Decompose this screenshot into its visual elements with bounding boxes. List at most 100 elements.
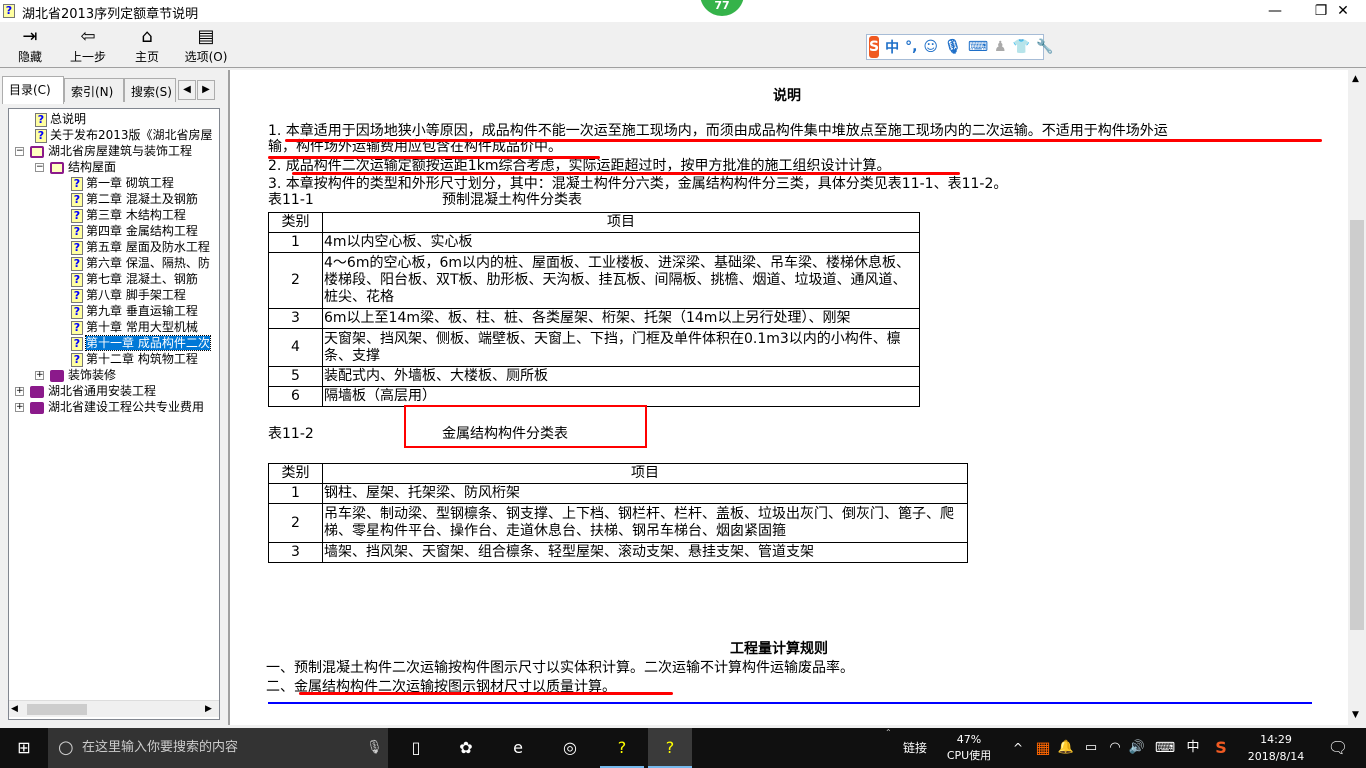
- tree-item[interactable]: ? 第四章 金属结构工程: [71, 223, 198, 239]
- tree-item[interactable]: ? 第一章 砌筑工程: [71, 175, 174, 191]
- tab-scroll-left-button[interactable]: ◀: [178, 80, 196, 100]
- tab-scroll-right-button[interactable]: ▶: [197, 80, 215, 100]
- tree-item[interactable]: ? 总说明: [35, 111, 86, 127]
- tree-item[interactable]: ? 第五章 屋面及防水工程: [71, 239, 210, 255]
- battery-icon[interactable]: ▭: [1080, 728, 1102, 768]
- tree-item-label: 总说明: [50, 112, 87, 126]
- skin-shirt-icon[interactable]: 👕: [1013, 39, 1030, 55]
- minimize-button[interactable]: —: [1252, 0, 1298, 22]
- ime-toolbar[interactable]: S 中 °, ☺ 🎙 ⌨ ♟ 👕 🔧: [866, 34, 1053, 60]
- open-book-icon: [30, 145, 44, 158]
- tree-item[interactable]: + 湖北省通用安装工程: [15, 383, 156, 399]
- category-cell: 6: [268, 386, 323, 407]
- title-bar: ? 湖北省2013序列定额章节说明 77 — ❐ ✕: [0, 0, 1366, 22]
- wifi-icon[interactable]: ◠: [1104, 728, 1126, 768]
- tree-item[interactable]: ? 第八章 脚手架工程: [71, 287, 186, 303]
- tray-app-icon[interactable]: ▦: [1032, 728, 1054, 768]
- windows-start-icon[interactable]: ⊞: [0, 728, 48, 768]
- tree-item[interactable]: ? 第十一章 成品构件二次: [71, 335, 211, 351]
- ime-lang[interactable]: 中: [885, 37, 899, 57]
- help-app-taskbar-icon[interactable]: ?: [600, 728, 644, 768]
- tree-item[interactable]: − 结构屋面: [35, 159, 116, 175]
- hide-button[interactable]: ⇥ 隐藏: [2, 26, 58, 65]
- scroll-down-arrow-icon[interactable]: ▼: [1352, 710, 1359, 720]
- help-page-icon: ?: [35, 112, 47, 127]
- table1-label: 表11-1: [268, 192, 314, 208]
- expand-toggle-icon[interactable]: +: [15, 403, 24, 412]
- toolbar-scroll-icon[interactable]: ⌃: [885, 728, 893, 768]
- tab-index[interactable]: 索引(N): [64, 78, 124, 102]
- tree-item[interactable]: + 湖北省建设工程公共专业费用: [15, 399, 204, 415]
- floating-badge[interactable]: 77: [700, 0, 744, 16]
- volume-icon[interactable]: 🔊: [1126, 728, 1148, 768]
- scroll-up-arrow-icon[interactable]: ▲: [1352, 74, 1359, 84]
- help-page-icon: ?: [71, 256, 83, 271]
- contents-tree[interactable]: ? 总说明? 关于发布2013版《湖北省房屋 − 湖北省房屋建筑与装饰工程 − 结构屋面? 第…: [8, 108, 220, 720]
- back-arrow-icon: ⇦: [80, 26, 96, 47]
- ime-indicator[interactable]: 中: [1182, 728, 1204, 768]
- emoji-icon[interactable]: ☺: [923, 39, 938, 55]
- tree-item[interactable]: ? 第十二章 构筑物工程: [71, 351, 198, 367]
- action-center-icon[interactable]: 🗨: [1318, 728, 1358, 768]
- pinwheel-app-icon[interactable]: ✿: [446, 728, 486, 768]
- category-cell: 5: [268, 366, 323, 387]
- scroll-left-arrow-icon[interactable]: ◀: [11, 704, 18, 714]
- tree-item[interactable]: ? 第九章 垂直运输工程: [71, 303, 198, 319]
- tab-contents[interactable]: 目录(C): [2, 76, 64, 104]
- help-page-icon: ?: [71, 336, 83, 351]
- tree-item[interactable]: ? 第七章 混凝土、钢筋: [71, 271, 198, 287]
- keyboard-icon[interactable]: ⌨: [968, 39, 988, 55]
- sogou-tray-icon[interactable]: S: [1210, 728, 1232, 768]
- closed-book-icon: [30, 401, 44, 414]
- options-button[interactable]: ▤ 选项(O): [178, 26, 234, 65]
- closed-book-icon: [30, 385, 44, 398]
- tree-item[interactable]: − 湖北省房屋建筑与装饰工程: [15, 143, 192, 159]
- show-hidden-icons-chevron-icon[interactable]: ^: [1008, 728, 1028, 768]
- expand-toggle-icon[interactable]: +: [15, 387, 24, 396]
- link-toolbar[interactable]: 链接: [895, 728, 935, 768]
- microphone-icon[interactable]: 🎙: [944, 39, 962, 55]
- task-view-icon[interactable]: ▯: [396, 728, 436, 768]
- tree-item[interactable]: ? 第三章 木结构工程: [71, 207, 186, 223]
- scroll-thumb[interactable]: [27, 704, 87, 715]
- tree-item[interactable]: ? 第二章 混凝土及钢筋: [71, 191, 198, 207]
- tree-item[interactable]: ? 第六章 保温、隔热、防: [71, 255, 210, 271]
- help-page-icon: ?: [71, 288, 83, 303]
- touch-keyboard-icon[interactable]: ⌨: [1152, 728, 1178, 768]
- tab-search[interactable]: 搜索(S): [124, 78, 176, 102]
- wrench-icon[interactable]: 🔧: [1036, 39, 1053, 55]
- item-cell: 4～6m的空心板，6m以内的桩、屋面板、工业楼板、进深梁、基础梁、吊车梁、楼梯休…: [322, 252, 920, 309]
- topic-vertical-scrollbar[interactable]: ▲ ▼: [1348, 70, 1366, 725]
- microphone-icon[interactable]: 🎙: [366, 728, 383, 768]
- scroll-right-arrow-icon[interactable]: ▶: [205, 704, 212, 714]
- collapse-toggle-icon[interactable]: −: [15, 147, 24, 156]
- clock[interactable]: 14:29 2018/8/14: [1240, 731, 1312, 765]
- metal-structure-table: 类别 项目 1 钢柱、屋架、托架梁、防风桁架 2 吊车梁、制动梁、型钢檩条、钢支撑、上下档…: [268, 463, 968, 563]
- close-button[interactable]: ✕: [1320, 0, 1366, 22]
- notification-bell-icon[interactable]: 🔔: [1056, 728, 1076, 768]
- back-button[interactable]: ⇦ 上一步: [60, 26, 116, 65]
- red-underline: [299, 692, 673, 695]
- home-button[interactable]: ⌂ 主页: [119, 26, 175, 65]
- tree-item-label: 第一章 砌筑工程: [86, 176, 174, 190]
- collapse-toggle-icon[interactable]: −: [35, 163, 44, 172]
- expand-toggle-icon[interactable]: +: [35, 371, 44, 380]
- table-row: 2 4～6m的空心板，6m以内的桩、屋面板、工业楼板、进深梁、基础梁、吊车梁、楼梯…: [268, 252, 920, 309]
- tree-item[interactable]: + 装饰装修: [35, 367, 116, 383]
- table-row: 3 墙架、挡风架、天窗架、组合檩条、轻型屋架、滚动支架、悬挂支架、管道支架: [268, 542, 968, 563]
- item-cell: 天窗架、挡风架、侧板、端壁板、天窗上、下挡，门框及单件体积在0.1m3以内的小构…: [322, 328, 920, 367]
- scroll-thumb[interactable]: [1350, 220, 1364, 630]
- help-page-icon: ?: [71, 304, 83, 319]
- ie-browser-icon[interactable]: e: [498, 728, 538, 768]
- tree-item[interactable]: ? 第十章 常用大型机械: [71, 319, 198, 335]
- taskbar-search-box[interactable]: ○ 在这里输入你要搜索的内容 🎙: [48, 728, 388, 768]
- tree-horizontal-scrollbar[interactable]: ◀ ▶: [9, 700, 219, 717]
- ime-punct[interactable]: °,: [905, 39, 917, 55]
- app-icon[interactable]: ◎: [550, 728, 590, 768]
- rules-title: 工程量计算规则: [730, 641, 828, 657]
- tree-item[interactable]: ? 关于发布2013版《湖北省房屋: [35, 127, 213, 143]
- item-cell: 6m以上至14m梁、板、柱、桩、各类屋架、桁架、托架（14m以上另行处理）、刚架: [322, 308, 920, 329]
- tree-item-label: 第二章 混凝土及钢筋: [86, 192, 198, 206]
- user-icon[interactable]: ♟: [994, 39, 1007, 55]
- help-app-active-taskbar-icon[interactable]: ?: [648, 728, 692, 768]
